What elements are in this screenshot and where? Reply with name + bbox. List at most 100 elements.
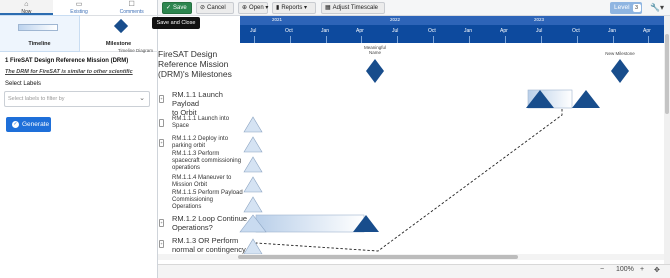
expand-toggle[interactable]	[159, 119, 164, 127]
task-end-marker[interactable]	[572, 90, 600, 108]
expand-toggle[interactable]: +	[159, 95, 164, 103]
wrench-icon[interactable]: 🔧▾	[648, 2, 666, 14]
open-label: Open	[249, 5, 264, 11]
generate-label: Generate	[22, 121, 50, 128]
nav-tab-existing[interactable]: ▭ Existing	[53, 0, 106, 15]
month-tick	[433, 36, 434, 43]
month-label: Jul	[392, 28, 399, 34]
expand-toggle[interactable]: +	[159, 139, 164, 147]
nav-tab-now[interactable]: ⌂ Now	[0, 0, 53, 15]
year-label: 2022	[390, 17, 401, 22]
level-value: 3	[632, 4, 641, 12]
status-bar: − 100% + ✥	[158, 264, 670, 278]
left-panel: ⌂ Now ▭ Existing ☐ Comments Timeline Mil…	[0, 0, 158, 278]
adjust-label: Adjust Timescale	[332, 5, 379, 11]
template-timeline[interactable]: Timeline	[0, 15, 80, 52]
home-icon: ⌂	[24, 1, 29, 8]
month-tick	[254, 36, 255, 43]
month-tick	[541, 36, 542, 43]
scrollbar-thumb[interactable]	[665, 34, 669, 114]
month-tick	[505, 36, 506, 43]
check-icon: ✓	[12, 120, 19, 128]
vertical-scrollbar[interactable]	[664, 16, 670, 264]
task-label: RM.1.1.1 Launch into Space	[172, 116, 230, 129]
template-picker: Timeline Milestone	[0, 15, 158, 52]
month-header: Jul Oct Jan Apr Jul Oct Jan Apr Jul Oct …	[240, 25, 664, 43]
project-title: 1 FireSAT Design Reference Mission (DRM)	[5, 58, 129, 64]
plus-circle-icon: ⊕	[242, 5, 248, 11]
expand-toggle[interactable]: +	[159, 219, 164, 227]
month-label: Jul	[536, 28, 543, 34]
chevron-down-icon: ⌄	[139, 95, 145, 102]
nav-tab-comments[interactable]: ☐ Comments	[105, 0, 158, 15]
zoom-in-button[interactable]: +	[640, 266, 644, 273]
generate-button[interactable]: ✓ Generate	[6, 117, 51, 132]
milestone-name: New Milestone	[605, 51, 635, 56]
top-nav: ⌂ Now ▭ Existing ☐ Comments	[0, 0, 158, 16]
template-hint: Timeline Diagram	[117, 48, 153, 53]
task-label: RM.1.1.5 Perform Payload Commissioning O…	[172, 190, 243, 210]
zoom-out-button[interactable]: −	[600, 266, 604, 273]
month-tick	[326, 36, 327, 43]
ban-icon: ⊘	[200, 5, 206, 11]
month-label: Jan	[464, 28, 473, 34]
labels-select[interactable]: Select labels to filter by ⌄	[4, 91, 150, 107]
month-tick	[397, 36, 398, 43]
labels-placeholder: Select labels to filter by	[8, 96, 65, 102]
nav-tab-label: Now	[21, 9, 32, 15]
template-timeline-label: Timeline	[28, 41, 51, 47]
adjust-timescale-button[interactable]: ▦ Adjust Timescale	[321, 2, 385, 14]
year-label: 2021	[272, 17, 283, 22]
task-bar[interactable]	[255, 214, 365, 233]
scrollbar-thumb[interactable]	[238, 255, 518, 259]
year-label: 2023	[534, 17, 545, 22]
month-tick	[613, 36, 614, 43]
month-label: Jul	[250, 28, 257, 34]
save-button[interactable]: ✓ Save	[162, 2, 192, 14]
table-icon: ▦	[325, 5, 331, 11]
comment-icon: ☐	[128, 1, 135, 8]
month-label: Apr	[500, 28, 508, 34]
template-milestone-label: Milestone	[105, 41, 132, 47]
cancel-label: Cancel	[207, 5, 226, 11]
month-tick	[648, 36, 649, 43]
milestone-label: New Milestone	[600, 51, 640, 56]
nav-tab-label: Existing	[70, 9, 88, 15]
open-menu-button[interactable]: ⊕ Open ▾	[238, 2, 268, 14]
save-label: Save	[173, 5, 187, 11]
project-description-link[interactable]: The DRM for FireSAT is similar to other …	[5, 69, 155, 75]
month-label: Apr	[643, 28, 651, 34]
month-label: Jan	[321, 28, 330, 34]
expand-toggle[interactable]: +	[159, 240, 164, 248]
check-circle-icon: ✓	[166, 5, 172, 11]
task-label: RM.1.1 Launch Payload to Orbit	[172, 90, 223, 117]
cancel-button[interactable]: ⊘ Cancel	[196, 2, 234, 14]
nav-tab-label: Comments	[119, 9, 144, 15]
task-label: RM.1.3 OR Perform normal or contingency	[172, 236, 246, 254]
month-tick	[469, 36, 470, 43]
milestone-name: Meaningful Name	[363, 45, 386, 55]
timeline-thumbnail	[18, 24, 58, 31]
save-tooltip: Save and Close	[152, 17, 200, 29]
template-milestone[interactable]: Milestone	[79, 16, 158, 51]
fit-view-icon[interactable]: ✥	[654, 266, 660, 274]
month-tick	[577, 36, 578, 43]
level-button[interactable]: Level 3	[610, 2, 642, 14]
chart-icon: ▮	[276, 5, 280, 11]
select-labels-title: Select Labels	[5, 81, 42, 87]
timeline-canvas: FireSAT Design Reference Mission (DRM)'s…	[158, 43, 664, 264]
month-label: Oct	[285, 28, 293, 34]
milestone-diamond[interactable]	[366, 59, 384, 83]
reports-label: Reports	[281, 5, 303, 11]
folder-icon: ▭	[75, 1, 83, 8]
month-label: Apr	[356, 28, 364, 34]
month-label: Oct	[428, 28, 436, 34]
reports-menu-button[interactable]: ▮ Reports ▾	[272, 2, 316, 14]
task-label: RM.1.2 Loop Continue Operations?	[172, 214, 248, 232]
horizontal-scrollbar[interactable]	[158, 254, 664, 260]
milestone-diamond-icon	[113, 18, 129, 34]
task-label: RM.1.1.4 Maneuver to Mission Orbit	[172, 175, 232, 188]
task-label: RM.1.1.3 Perform spacecraft commissionin…	[172, 151, 242, 171]
milestone-diamond[interactable]	[611, 59, 629, 83]
month-label: Oct	[572, 28, 580, 34]
